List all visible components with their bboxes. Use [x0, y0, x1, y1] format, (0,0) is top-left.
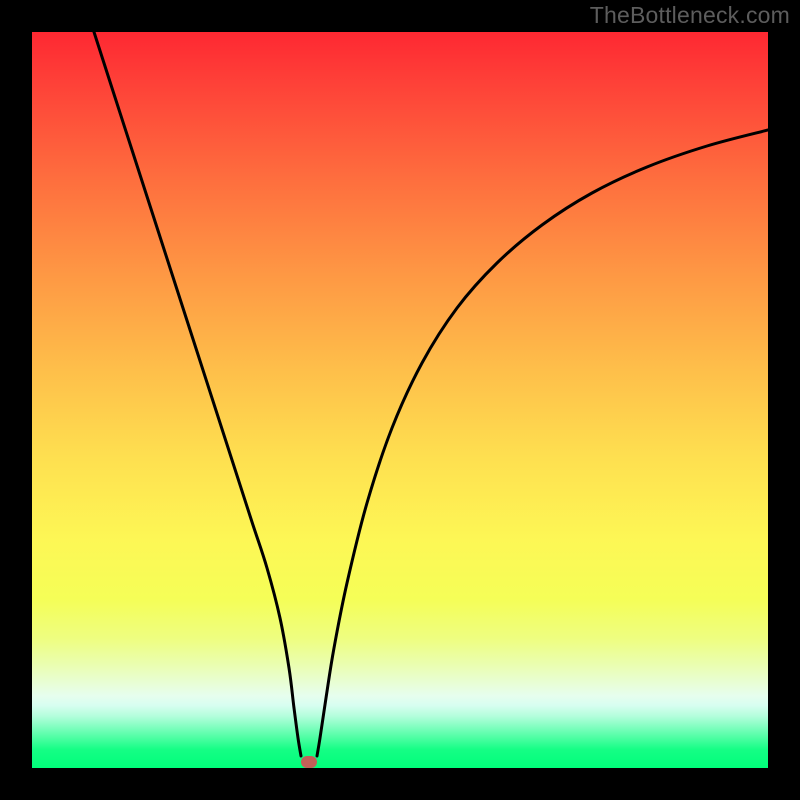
bottleneck-curve	[32, 32, 768, 768]
plot-area	[32, 32, 768, 768]
optimum-marker	[301, 756, 317, 768]
chart-frame: TheBottleneck.com	[0, 0, 800, 800]
curve-left-branch	[94, 32, 301, 756]
curve-right-branch	[317, 130, 768, 756]
watermark-text: TheBottleneck.com	[590, 2, 790, 29]
